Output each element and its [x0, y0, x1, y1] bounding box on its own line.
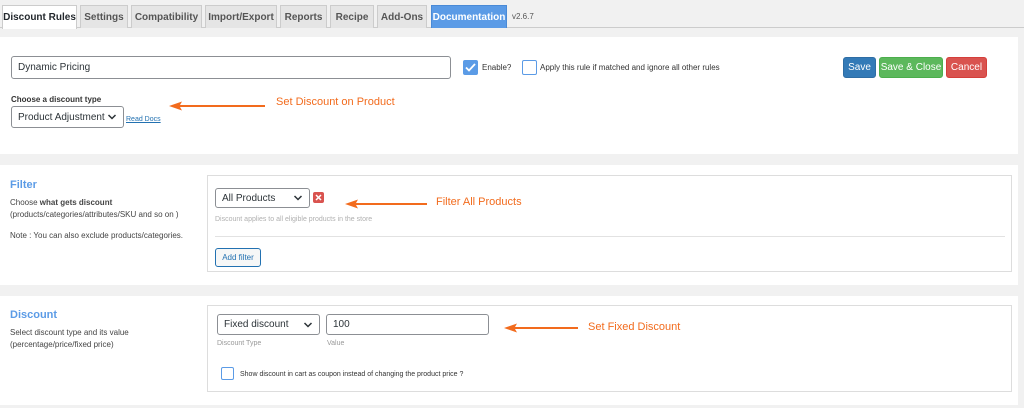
filter-desc-prefix: Choose [10, 198, 40, 207]
discount-value-caption: Value [327, 340, 345, 347]
tab-documentation[interactable]: Documentation [431, 5, 507, 28]
discount-type-label: Choose a discount type [11, 95, 102, 104]
coupon-checkbox[interactable] [221, 367, 234, 380]
chevron-down-icon [303, 321, 313, 328]
exclusive-rule-label: Apply this rule if matched and ignore al… [540, 63, 720, 72]
annotation-fixed-discount: Set Fixed Discount [588, 321, 681, 333]
filter-description: Choose what gets discount (products/cate… [10, 197, 179, 221]
remove-filter-button[interactable] [313, 192, 324, 203]
checkmark-icon [465, 63, 476, 72]
filter-note: Note : You can also exclude products/cat… [10, 231, 183, 240]
discount-box: Fixed discount Discount Type Value Show … [207, 305, 1012, 392]
tab-compatibility[interactable]: Compatibility [131, 5, 202, 28]
annotation-filter: Filter All Products [436, 196, 522, 208]
discount-type-select-2[interactable]: Fixed discount [217, 314, 320, 335]
tab-settings[interactable]: Settings [80, 5, 128, 28]
filter-panel: Filter Choose what gets discount (produc… [0, 165, 1018, 285]
enable-label: Enable? [482, 63, 512, 72]
add-filter-button[interactable]: Add filter [215, 248, 261, 267]
discount-desc-line2: (percentage/price/fixed price) [10, 340, 114, 349]
version-label: v2.6.7 [512, 12, 534, 21]
tab-discount-rules[interactable]: Discount Rules [2, 5, 77, 29]
annotation-arrow-icon [169, 101, 265, 111]
coupon-label: Show discount in cart as coupon instead … [240, 371, 464, 378]
read-docs-link[interactable]: Read Docs [126, 116, 161, 123]
tab-reports[interactable]: Reports [280, 5, 327, 28]
save-close-button[interactable]: Save & Close [879, 57, 943, 78]
exclusive-rule-checkbox[interactable] [522, 60, 537, 75]
discount-type-value-2: Fixed discount [224, 319, 289, 330]
tab-bar: Discount Rules Settings Compatibility Im… [0, 0, 1024, 29]
filter-box: All Products Discount applies to all eli… [207, 175, 1012, 272]
enable-checkbox[interactable] [463, 60, 478, 75]
tab-recipe[interactable]: Recipe [330, 5, 374, 28]
close-icon [315, 194, 322, 201]
filter-help-text: Discount applies to all eligible product… [215, 216, 373, 223]
tab-import-export[interactable]: Import/Export [205, 5, 277, 28]
discount-panel: Discount Select discount type and its va… [0, 296, 1018, 405]
annotation-arrow-icon [504, 323, 578, 333]
discount-type-select[interactable]: Product Adjustment [11, 106, 124, 128]
discount-title: Discount [10, 309, 58, 321]
discount-description: Select discount type and its value (perc… [10, 327, 129, 351]
annotation-discount-type: Set Discount on Product [276, 96, 395, 108]
discount-type-value: Product Adjustment [18, 111, 105, 123]
rule-name-input[interactable] [11, 56, 451, 79]
filter-desc-line2: (products/categories/attributes/SKU and … [10, 210, 179, 219]
chevron-down-icon [293, 195, 303, 201]
tab-add-ons[interactable]: Add-Ons [377, 5, 427, 28]
cancel-button[interactable]: Cancel [946, 57, 987, 78]
filter-title: Filter [10, 179, 37, 191]
discount-desc-line1: Select discount type and its value [10, 328, 129, 337]
rule-panel: Enable? Apply this rule if matched and i… [0, 37, 1018, 154]
filter-desc-bold: what gets discount [39, 198, 113, 207]
filter-type-value: All Products [222, 192, 276, 204]
divider [215, 236, 1005, 237]
discount-value-input[interactable] [326, 314, 489, 335]
save-button[interactable]: Save [843, 57, 876, 78]
annotation-arrow-icon [345, 199, 427, 209]
discount-type-caption: Discount Type [217, 340, 262, 347]
chevron-down-icon [107, 114, 117, 120]
filter-type-select[interactable]: All Products [215, 188, 310, 208]
